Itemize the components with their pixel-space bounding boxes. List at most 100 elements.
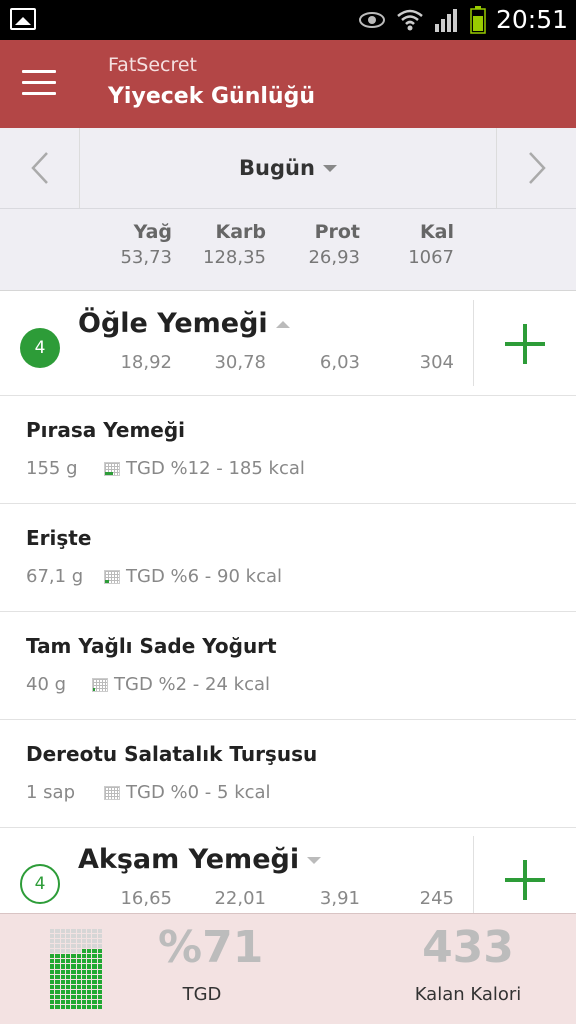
rdi-grid-cell xyxy=(81,1004,87,1009)
rdi-grid-cell xyxy=(92,954,97,959)
rdi-grid-cell xyxy=(92,974,97,979)
rdi-grid-cell xyxy=(97,984,102,989)
rdi-grid-cell xyxy=(97,939,102,944)
rdi-grid-cell xyxy=(50,1004,55,1009)
rdi-grid-cell xyxy=(87,989,92,994)
rdi-grid-cell xyxy=(60,954,65,959)
rdi-grid-cell xyxy=(60,1004,65,1009)
rdi-grid-cell xyxy=(87,939,92,944)
rdi-grid-icon xyxy=(104,569,120,584)
status-icons xyxy=(358,6,486,34)
rdi-grid-cell xyxy=(65,959,71,964)
rdi-grid-cell xyxy=(71,954,76,959)
rdi-grid-cell xyxy=(92,1004,97,1009)
rdi-grid-cell xyxy=(97,929,102,934)
rdi-grid-cell xyxy=(65,979,71,984)
rdi-grid-cell xyxy=(97,989,102,994)
rdi-grid-cell xyxy=(97,994,102,999)
rdi-grid-cell xyxy=(50,949,55,954)
rdi-grid-cell xyxy=(87,959,92,964)
rdi-grid-cell xyxy=(55,994,60,999)
plus-icon xyxy=(505,324,545,364)
previous-day-button[interactable] xyxy=(0,128,80,208)
meal-fat: 18,92 xyxy=(120,352,172,373)
prot-value: 26,93 xyxy=(308,247,360,268)
date-selector[interactable]: Bugün xyxy=(80,128,496,208)
rdi-grid-cell xyxy=(76,944,81,949)
rdi-grid-cell xyxy=(55,954,60,959)
next-day-button[interactable] xyxy=(496,128,576,208)
meal-prot: 6,03 xyxy=(319,352,360,373)
rdi-grid-cell xyxy=(92,929,97,934)
rdi-grid-cell xyxy=(87,1004,92,1009)
food-quantity: 1 sap xyxy=(26,782,76,803)
remaining-calories: 433 xyxy=(422,922,514,973)
meal-kal: 245 xyxy=(419,888,454,909)
rdi-grid-cell xyxy=(92,969,97,974)
food-name: Dereotu Salatalık Turşusu xyxy=(26,742,318,766)
rdi-grid-cell xyxy=(71,969,76,974)
rdi-grid-cell xyxy=(65,954,71,959)
rdi-grid-cell xyxy=(71,979,76,984)
rdi-grid-cell xyxy=(81,959,87,964)
meal-prot: 3,91 xyxy=(319,888,360,909)
rdi-grid-cell xyxy=(97,949,102,954)
clock: 20:51 xyxy=(495,5,568,34)
date-label: Bugün xyxy=(239,156,315,180)
rdi-grid-cell xyxy=(92,994,97,999)
menu-icon[interactable] xyxy=(22,70,56,96)
food-meta: 67,1 g TGD %6 - 90 kcal xyxy=(26,566,282,587)
rdi-grid-cell xyxy=(87,974,92,979)
rdi-grid-cell xyxy=(76,939,81,944)
kal-label: Kal xyxy=(419,221,454,243)
meal-carb: 22,01 xyxy=(214,888,266,909)
rdi-grid-cell xyxy=(97,974,102,979)
rdi-grid-cell xyxy=(81,999,87,1004)
app-bar: FatSecret Yiyecek Günlüğü xyxy=(0,40,576,128)
rdi-grid-cell xyxy=(60,999,65,1004)
total-kal: Kal 1067 xyxy=(364,221,454,268)
rdi-grid-cell xyxy=(97,944,102,949)
rdi-grid-cell xyxy=(71,944,76,949)
rdi-grid-cell xyxy=(87,934,92,939)
food-item[interactable]: Pırasa Yemeği 155 g TGD %12 - 185 kcal xyxy=(0,396,576,504)
food-item[interactable]: Tam Yağlı Sade Yoğurt 40 g TGD %2 - 24 k… xyxy=(0,612,576,720)
date-navigation: Bugün xyxy=(0,128,576,209)
rdi-grid-cell xyxy=(55,969,60,974)
add-food-button-lunch[interactable] xyxy=(474,292,576,396)
rdi-grid-cell xyxy=(76,934,81,939)
rdi-grid-cell xyxy=(55,974,60,979)
rdi-grid-cell xyxy=(76,984,81,989)
rdi-grid-cell xyxy=(50,934,55,939)
food-item[interactable]: Erişte 67,1 g TGD %6 - 90 kcal xyxy=(0,504,576,612)
rdi-grid-cell xyxy=(55,984,60,989)
remaining-calories-label: Kalan Kalori xyxy=(414,984,522,1005)
rdi-grid-icon xyxy=(92,677,108,692)
rdi-grid-cell xyxy=(60,979,65,984)
app-name: FatSecret xyxy=(108,54,198,76)
rdi-grid-cell xyxy=(50,959,55,964)
meal-count-badge: 4 xyxy=(20,864,60,904)
rdi-grid-cell xyxy=(76,969,81,974)
fat-value: 53,73 xyxy=(120,247,172,268)
daily-summary-footer[interactable]: %71 TGD 433 Kalan Kalori xyxy=(0,913,576,1024)
rdi-grid-cell xyxy=(81,954,87,959)
rdi-grid-cell xyxy=(50,964,55,969)
rdi-grid-cell xyxy=(71,984,76,989)
meal-header-lunch[interactable]: 4 Öğle Yemeği 18,92 30,78 6,03 304 xyxy=(0,292,576,396)
carb-value: 128,35 xyxy=(203,247,266,268)
total-fat: Yağ 53,73 xyxy=(82,221,172,268)
rdi-grid-cell xyxy=(71,934,76,939)
rdi-grid-cell xyxy=(81,974,87,979)
rdi-grid-cell xyxy=(71,939,76,944)
rdi-grid-cell xyxy=(65,989,71,994)
rdi-grid-cell xyxy=(71,929,76,934)
rdi-grid-cell xyxy=(76,979,81,984)
rdi-grid-cell xyxy=(87,979,92,984)
rdi-grid-cell xyxy=(60,984,65,989)
rdi-grid-cell xyxy=(65,949,71,954)
meal-fat: 16,65 xyxy=(120,888,172,909)
rdi-grid-cell xyxy=(87,999,92,1004)
food-item[interactable]: Dereotu Salatalık Turşusu 1 sap TGD %0 -… xyxy=(0,720,576,828)
food-rdi: TGD %0 - 5 kcal xyxy=(126,782,271,803)
